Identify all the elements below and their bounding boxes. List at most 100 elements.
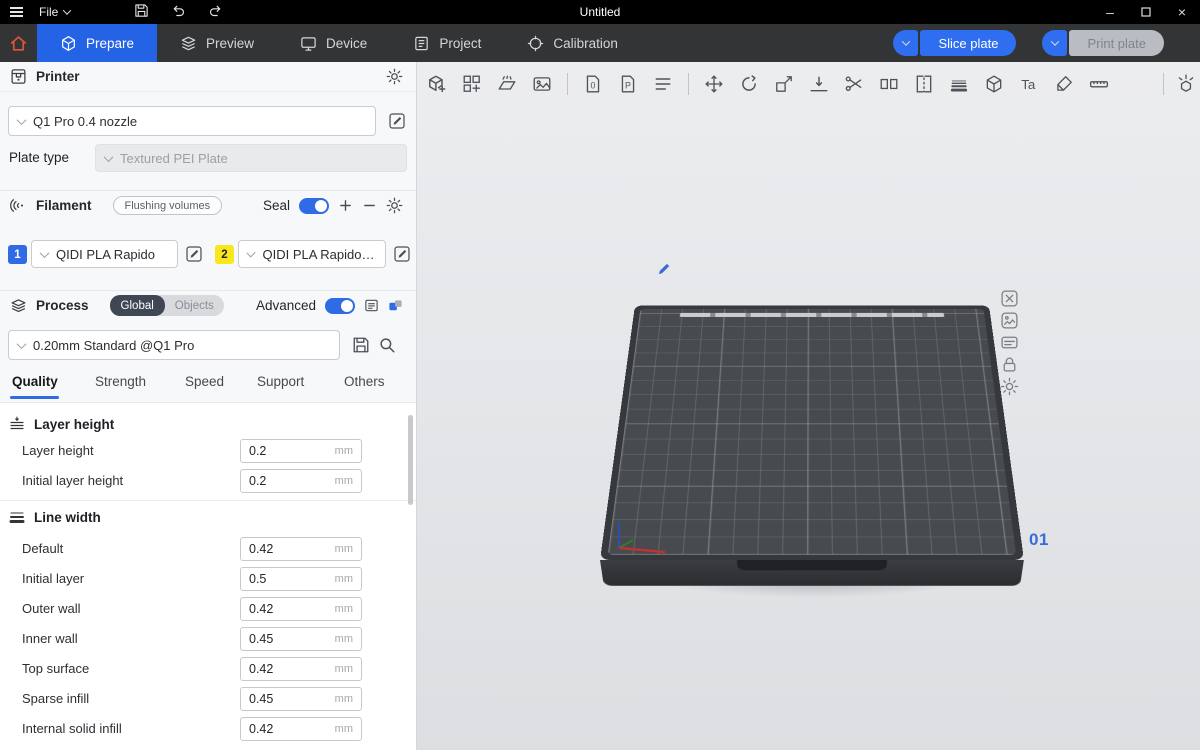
line-width-internal-solid-infill-input[interactable]: 0.42 mm: [240, 717, 362, 741]
save-preset-button[interactable]: [352, 336, 370, 354]
save-icon[interactable]: [134, 3, 149, 21]
split-to-parts-tool-icon[interactable]: [914, 74, 934, 94]
window-minimize-button[interactable]: –: [1092, 0, 1128, 24]
edit-printer-preset-button[interactable]: [388, 112, 406, 130]
filament-settings-gear-icon[interactable]: [386, 197, 403, 214]
line-width-sparse-infill-input[interactable]: 0.45 mm: [240, 687, 362, 711]
flushing-volumes-button[interactable]: Flushing volumes: [113, 196, 223, 215]
filament-2-badge[interactable]: 2: [215, 245, 234, 264]
paint-tool-icon[interactable]: [1054, 74, 1074, 94]
edit-plate-name-icon[interactable]: [657, 261, 672, 276]
hamburger-menu-icon[interactable]: [10, 7, 23, 17]
line-width-default-input[interactable]: 0.42 mm: [240, 537, 362, 561]
project-icon: [413, 35, 430, 52]
filament-section-title: Filament: [36, 198, 92, 213]
add-object-icon[interactable]: [427, 74, 447, 94]
tab-support[interactable]: Support: [257, 374, 304, 389]
sweep-plate-icon[interactable]: [497, 74, 517, 94]
tab-quality[interactable]: Quality: [12, 374, 58, 389]
line-width-initial-layer-input[interactable]: 0.5 mm: [240, 567, 362, 591]
layer-height-input[interactable]: 0.2 mm: [240, 439, 362, 463]
mesh-boolean-tool-icon[interactable]: [984, 74, 1004, 94]
preview-icon: [180, 35, 197, 52]
redo-icon[interactable]: [208, 3, 223, 21]
edit-filament-2-button[interactable]: [393, 245, 411, 263]
printer-preset-select[interactable]: Q1 Pro 0.4 nozzle: [8, 106, 376, 136]
tab-speed[interactable]: Speed: [185, 374, 224, 389]
setting-unit: mm: [335, 723, 353, 735]
plate-delete-icon[interactable]: [1000, 289, 1019, 308]
svg-text:Ta: Ta: [1021, 77, 1036, 92]
file-menu-button[interactable]: File: [39, 5, 70, 19]
initial-layer-height-input[interactable]: 0.2 mm: [240, 469, 362, 493]
home-tab[interactable]: [0, 24, 37, 62]
remove-filament-button[interactable]: [362, 198, 377, 213]
line-width-inner-wall-input[interactable]: 0.45 mm: [240, 627, 362, 651]
setting-value: 0.42: [249, 662, 273, 676]
viewport-toolbar: 0 P Ta: [427, 73, 1109, 95]
print-plate-button[interactable]: Print plate: [1069, 30, 1164, 56]
assembly-view-icon[interactable]: [1176, 74, 1196, 94]
scope-global-segment[interactable]: Global: [110, 295, 165, 316]
scope-objects-segment[interactable]: Objects: [165, 300, 224, 312]
scale-tool-icon[interactable]: [774, 74, 794, 94]
plate-image-icon[interactable]: [532, 74, 552, 94]
filament-icon: [10, 197, 27, 214]
tab-prepare[interactable]: Prepare: [37, 24, 157, 62]
edit-filament-1-button[interactable]: [185, 245, 203, 263]
search-settings-button[interactable]: [378, 336, 396, 354]
sidebar-scrollbar[interactable]: [408, 415, 413, 505]
place-on-face-tool-icon[interactable]: [809, 74, 829, 94]
slice-plate-button[interactable]: Slice plate: [920, 30, 1016, 56]
preset-list-icon[interactable]: [364, 298, 379, 313]
slice-dropdown-button[interactable]: [893, 30, 918, 56]
seal-toggle[interactable]: [299, 198, 329, 214]
printer-settings-gear-icon[interactable]: [386, 68, 403, 85]
filament-2-select[interactable]: QIDI PLA Rapido M...: [238, 240, 386, 268]
plate-settings-icon[interactable]: [1000, 377, 1019, 396]
label-objects-icon[interactable]: 0: [583, 74, 603, 94]
tab-device[interactable]: Device: [277, 24, 390, 62]
chevron-down-icon: [17, 339, 27, 349]
printer-section-title: Printer: [36, 69, 80, 84]
setting-label: Outer wall: [22, 601, 81, 616]
process-preset-select[interactable]: 0.20mm Standard @Q1 Pro: [8, 330, 340, 360]
object-list-icon[interactable]: [653, 74, 673, 94]
print-dropdown-button[interactable]: [1042, 30, 1067, 56]
undo-icon[interactable]: [171, 3, 186, 21]
tab-project[interactable]: Project: [390, 24, 504, 62]
rotate-tool-icon[interactable]: [739, 74, 759, 94]
filament-1-select[interactable]: QIDI PLA Rapido: [31, 240, 178, 268]
line-width-top-surface-input[interactable]: 0.42 mm: [240, 657, 362, 681]
variable-layer-height-tool-icon[interactable]: [949, 74, 969, 94]
split-to-objects-tool-icon[interactable]: [879, 74, 899, 94]
filament-1-badge[interactable]: 1: [8, 245, 27, 264]
plate-name-document-icon[interactable]: P: [618, 74, 638, 94]
tab-preview[interactable]: Preview: [157, 24, 277, 62]
layer-height-section-header: Layer height: [0, 412, 416, 436]
window-close-button[interactable]: ×: [1164, 0, 1200, 24]
text-tool-icon[interactable]: Ta: [1019, 74, 1039, 94]
plate-type-value: Textured PEI Plate: [120, 151, 228, 166]
measure-tool-icon[interactable]: [1089, 74, 1109, 94]
plate-number-label[interactable]: 01: [1029, 530, 1049, 550]
plate-name-icon[interactable]: [1000, 333, 1019, 352]
tab-others[interactable]: Others: [344, 374, 385, 389]
viewport-3d[interactable]: 0 P Ta: [417, 62, 1200, 750]
plate-lock-icon[interactable]: [1000, 355, 1019, 374]
add-plate-icon[interactable]: [462, 74, 482, 94]
print-bed[interactable]: [600, 305, 1024, 560]
move-tool-icon[interactable]: [704, 74, 724, 94]
setting-value: 0.42: [249, 542, 273, 556]
line-width-outer-wall-input[interactable]: 0.42 mm: [240, 597, 362, 621]
add-filament-button[interactable]: [338, 198, 353, 213]
cut-tool-icon[interactable]: [844, 74, 864, 94]
tab-calibration[interactable]: Calibration: [504, 24, 641, 62]
compare-presets-icon[interactable]: [388, 298, 403, 313]
window-maximize-button[interactable]: [1128, 0, 1164, 24]
plate-type-select[interactable]: Textured PEI Plate: [95, 144, 407, 172]
tab-strength[interactable]: Strength: [95, 374, 146, 389]
svg-text:0: 0: [591, 80, 596, 90]
plate-snapshot-icon[interactable]: [1000, 311, 1019, 330]
advanced-toggle[interactable]: [325, 298, 355, 314]
